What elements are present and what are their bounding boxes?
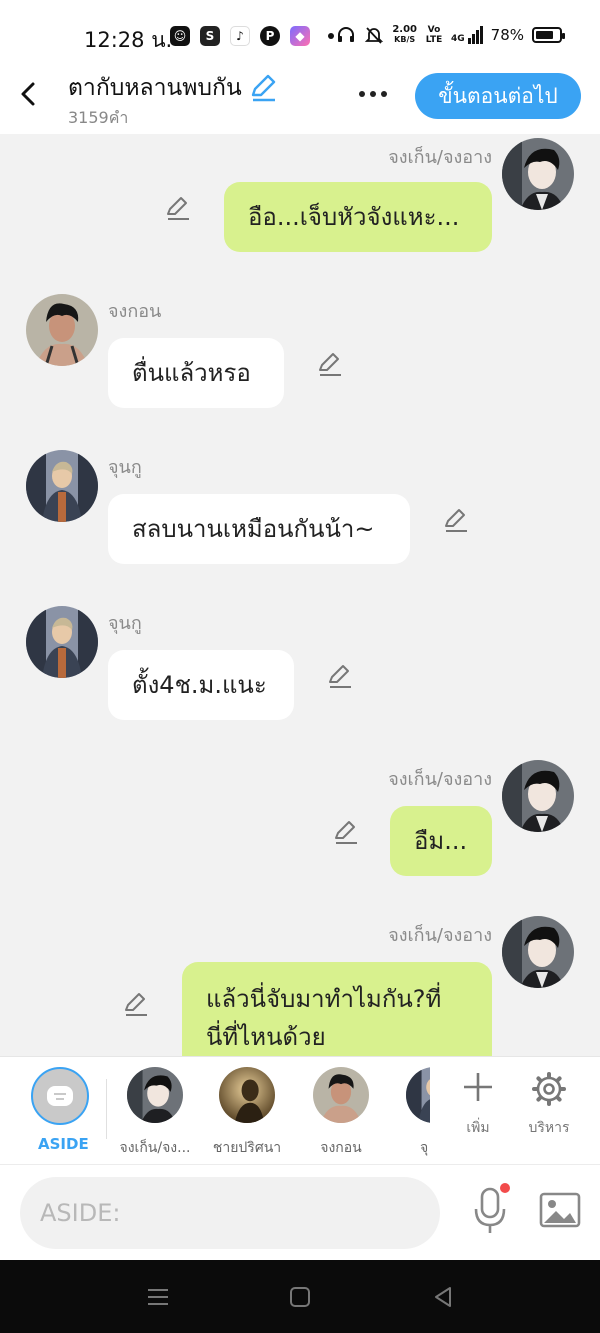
status-right: 2.00 KB/S Vo LTE 4G 78% xyxy=(336,25,565,45)
headphones-icon xyxy=(338,27,355,42)
dot xyxy=(381,91,387,97)
story-title[interactable]: ตากับหลานพบกัน xyxy=(68,70,278,106)
dot xyxy=(370,91,376,97)
next-step-button[interactable]: ขั้นตอนต่อไป xyxy=(415,73,581,119)
plus-icon xyxy=(464,1073,492,1101)
speaker-name: จงเก็น/จงอาง xyxy=(388,147,492,168)
story-title-text: ตากับหลานพบกัน xyxy=(68,75,242,101)
character-avatar xyxy=(219,1067,275,1123)
shopee-app-icon: S xyxy=(200,26,220,46)
avatar-joongu[interactable] xyxy=(26,606,98,678)
pinterest-app-icon: P xyxy=(260,26,280,46)
menu-icon[interactable] xyxy=(145,1284,171,1310)
signal-icon: 4G xyxy=(451,26,483,44)
add-label: เพิ่ม xyxy=(466,1120,490,1136)
avatar-joongu[interactable] xyxy=(26,450,98,522)
more-notifications-dot xyxy=(328,33,334,39)
character-label: จงเก็น/จง... xyxy=(119,1140,191,1156)
input-bar xyxy=(0,1164,600,1260)
battery-percent: 78% xyxy=(490,26,524,44)
character-label: จงกอน xyxy=(320,1140,362,1156)
character-label: ชายปริศนา xyxy=(212,1140,282,1156)
message-bubble[interactable]: อืม... xyxy=(390,806,492,876)
avatar-jonggun[interactable] xyxy=(502,760,574,832)
edit-message-icon[interactable] xyxy=(442,506,470,534)
speaker-name: จงกอน xyxy=(108,301,162,322)
status-bar: 12:28 น. ☺ S ♪ P ◆ 2.00 KB/S Vo LTE 4G 7… xyxy=(0,0,600,66)
avatar-jonggun[interactable] xyxy=(502,916,574,988)
messenger-app-icon: ◆ xyxy=(290,26,310,46)
back-button[interactable] xyxy=(14,80,42,108)
edit-message-icon[interactable] xyxy=(326,662,354,690)
network-speed-unit: KB/S xyxy=(394,35,416,44)
message-bubble[interactable]: สลบนานเหมือนกันน้า~ xyxy=(108,494,410,564)
avatar-jonggon[interactable] xyxy=(26,294,98,366)
manage-label: บริหาร xyxy=(528,1120,570,1136)
chat-bubble-icon xyxy=(47,1086,73,1106)
edit-message-icon[interactable] xyxy=(164,194,192,222)
message-line: แล้วนี่จับมาทำไมกัน?ที่ xyxy=(206,985,442,1013)
home-icon[interactable] xyxy=(287,1284,313,1310)
aside-button[interactable] xyxy=(31,1067,89,1125)
volte-indicator: Vo LTE xyxy=(425,25,443,45)
speaker-name: จงเก็น/จงอาง xyxy=(388,925,492,946)
speaker-name: จุนกู xyxy=(108,457,142,478)
speaker-name: จุนกู xyxy=(108,613,142,634)
message-bubble[interactable]: แล้วนี่จับมาทำไมกัน?ที่ นี่ที่ไหนด้วย xyxy=(182,962,492,1056)
edit-message-icon[interactable] xyxy=(332,818,360,846)
character-label: จุ xyxy=(420,1140,429,1156)
dot xyxy=(359,91,365,97)
character-avatar xyxy=(127,1067,183,1123)
notification-icons: ☺ S ♪ P ◆ xyxy=(170,26,334,46)
divider xyxy=(106,1079,107,1139)
mute-bell-icon xyxy=(365,27,384,44)
message-line: นี่ที่ไหนด้วย xyxy=(206,1023,326,1051)
speaker-name: จงเก็น/จงอาง xyxy=(388,769,492,790)
chat-area[interactable]: จงเก็น/จงอาง อือ...เจ็บหัวจังแหะ... จงกอ… xyxy=(0,134,600,1056)
avatar-jonggun[interactable] xyxy=(502,138,574,210)
aside-label: ASIDE xyxy=(38,1135,89,1153)
edit-message-icon[interactable] xyxy=(316,350,344,378)
character-jonggon[interactable]: จงกอน xyxy=(300,1067,382,1159)
add-character-button[interactable]: เพิ่ม xyxy=(448,1071,508,1139)
character-jonggun[interactable]: จงเก็น/จง... xyxy=(112,1067,198,1159)
more-options-button[interactable] xyxy=(352,82,394,106)
edit-title-icon[interactable] xyxy=(248,73,278,103)
tiktok-app-icon: ♪ xyxy=(230,26,250,46)
character-avatar xyxy=(313,1067,369,1123)
battery-icon xyxy=(532,27,565,43)
system-nav-bar xyxy=(0,1260,600,1333)
character-bar: ASIDE จงเก็น/จง... ชายปริศนา จงกอน จุ เพ… xyxy=(0,1056,600,1164)
status-time: 12:28 น. xyxy=(84,28,173,52)
gear-icon xyxy=(532,1072,566,1106)
message-bubble[interactable]: อือ...เจ็บหัวจังแหะ... xyxy=(224,182,492,252)
back-nav-icon[interactable] xyxy=(430,1284,456,1310)
character-joongu[interactable]: จุ xyxy=(406,1067,430,1159)
header: ตากับหลานพบกัน 3159คำ ขั้นตอนต่อไป xyxy=(0,66,600,134)
message-bubble[interactable]: ตั้ง4ช.ม.แนะ xyxy=(108,650,294,720)
edit-message-icon[interactable] xyxy=(122,990,150,1018)
notification-dot xyxy=(500,1183,510,1193)
network-type: 4G xyxy=(451,34,465,44)
aside-input[interactable] xyxy=(20,1177,440,1249)
network-speed: 2.00 KB/S xyxy=(392,25,417,45)
line-app-icon: ☺ xyxy=(170,26,190,46)
character-mystery-man[interactable]: ชายปริศนา xyxy=(206,1067,288,1159)
chevron-left-icon xyxy=(21,82,35,106)
image-icon[interactable] xyxy=(538,1191,582,1231)
message-bubble[interactable]: ตื่นแล้วหรอ xyxy=(108,338,284,408)
character-avatar xyxy=(406,1067,430,1123)
word-count: 3159คำ xyxy=(68,108,129,127)
manage-button[interactable]: บริหาร xyxy=(519,1071,579,1139)
network-speed-value: 2.00 xyxy=(392,24,417,35)
